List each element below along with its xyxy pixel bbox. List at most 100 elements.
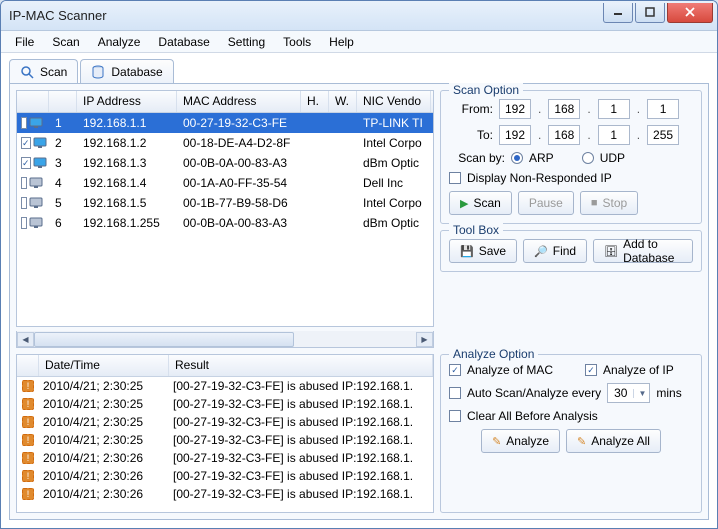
log-row[interactable]: 2010/4/21; 2:30:25[00-27-19-32-C3-FE] is…: [17, 431, 433, 449]
menu-analyze[interactable]: Analyze: [90, 33, 149, 51]
log-result: [00-27-19-32-C3-FE] is abused IP:192.168…: [169, 433, 433, 447]
cell-ip: 192.168.1.2: [77, 136, 177, 150]
col-w[interactable]: W.: [329, 91, 357, 112]
stop-button[interactable]: ■Stop: [580, 191, 638, 215]
scroll-left-button[interactable]: ◀: [17, 332, 34, 347]
maximize-button[interactable]: [635, 3, 665, 23]
auto-scan-checkbox[interactable]: [449, 387, 461, 399]
wand-icon: ✎: [492, 435, 501, 448]
log-row[interactable]: 2010/4/21; 2:30:26[00-27-19-32-C3-FE] is…: [17, 449, 433, 467]
from-ip-oct4[interactable]: [647, 99, 679, 119]
to-ip-oct1[interactable]: [499, 125, 531, 145]
monitor-icon: [29, 197, 43, 209]
analyze-all-button[interactable]: ✎Analyze All: [566, 429, 661, 453]
table-row[interactable]: 4192.168.1.400-1A-A0-FF-35-54Dell Inc: [17, 173, 433, 193]
col-h[interactable]: H.: [301, 91, 329, 112]
row-index: 6: [49, 216, 77, 230]
scan-option-legend: Scan Option: [449, 83, 523, 97]
to-ip-oct2[interactable]: [548, 125, 580, 145]
udp-radio[interactable]: [582, 152, 594, 164]
cell-vendor: TP-LINK TI: [357, 116, 431, 130]
pause-button[interactable]: Pause: [518, 191, 574, 215]
save-button[interactable]: 💾Save: [449, 239, 517, 263]
log-row[interactable]: 2010/4/21; 2:30:25[00-27-19-32-C3-FE] is…: [17, 413, 433, 431]
monitor-icon: [29, 117, 43, 129]
cell-ip: 192.168.1.4: [77, 176, 177, 190]
log-datetime: 2010/4/21; 2:30:26: [39, 487, 169, 501]
menu-tools[interactable]: Tools: [275, 33, 319, 51]
table-row[interactable]: ✓3192.168.1.300-0B-0A-00-83-A3dBm Optic: [17, 153, 433, 173]
database-icon: [91, 65, 105, 79]
window-title: IP-MAC Scanner: [9, 8, 603, 23]
menu-scan[interactable]: Scan: [44, 33, 87, 51]
row-index: 1: [49, 116, 77, 130]
row-checkbox[interactable]: [21, 217, 27, 229]
analyze-button[interactable]: ✎Analyze: [481, 429, 560, 453]
col-mac[interactable]: MAC Address: [177, 91, 301, 112]
table-row[interactable]: 5192.168.1.500-1B-77-B9-58-D6Intel Corpo: [17, 193, 433, 213]
row-checkbox[interactable]: [21, 117, 27, 129]
display-nonresponded-label: Display Non-Responded IP: [467, 171, 612, 185]
menu-database[interactable]: Database: [150, 33, 217, 51]
row-checkbox[interactable]: [21, 197, 27, 209]
minimize-button[interactable]: [603, 3, 633, 23]
table-row[interactable]: ✓2192.168.1.200-18-DE-A4-D2-8FIntel Corp…: [17, 133, 433, 153]
from-ip-oct1[interactable]: [499, 99, 531, 119]
analyze-mac-checkbox[interactable]: [449, 364, 461, 376]
add-to-database-button[interactable]: 🗄Add to Database: [593, 239, 693, 263]
row-checkbox[interactable]: ✓: [21, 137, 31, 149]
warning-icon: [22, 470, 34, 482]
to-ip-oct3[interactable]: [598, 125, 630, 145]
analyze-ip-checkbox[interactable]: [585, 364, 597, 376]
from-ip-oct3[interactable]: [598, 99, 630, 119]
warning-icon: [22, 452, 34, 464]
to-ip-oct4[interactable]: [647, 125, 679, 145]
row-checkbox[interactable]: ✓: [21, 157, 31, 169]
menu-help[interactable]: Help: [321, 33, 362, 51]
col-datetime[interactable]: Date/Time: [39, 355, 169, 376]
log-result: [00-27-19-32-C3-FE] is abused IP:192.168…: [169, 379, 433, 393]
from-ip-oct2[interactable]: [548, 99, 580, 119]
scan-result-grid[interactable]: IP Address MAC Address H. W. NIC Vendo 1…: [16, 90, 434, 327]
tab-strip: Scan Database: [9, 57, 709, 83]
row-checkbox[interactable]: [21, 177, 27, 189]
log-result: [00-27-19-32-C3-FE] is abused IP:192.168…: [169, 469, 433, 483]
cell-vendor: Intel Corpo: [357, 136, 431, 150]
menu-bar: File Scan Analyze Database Setting Tools…: [1, 31, 717, 53]
scan-button[interactable]: ▶Scan: [449, 191, 512, 215]
menu-file[interactable]: File: [7, 33, 42, 51]
col-result[interactable]: Result: [169, 355, 433, 376]
close-button[interactable]: [667, 3, 713, 23]
analyze-log-grid[interactable]: Date/Time Result 2010/4/21; 2:30:25[00-2…: [16, 354, 434, 513]
tab-scan[interactable]: Scan: [9, 59, 78, 83]
chevron-down-icon: ▼: [633, 389, 646, 398]
clear-before-checkbox[interactable]: [449, 410, 461, 422]
analyze-option-legend: Analyze Option: [449, 347, 538, 361]
log-row[interactable]: 2010/4/21; 2:30:25[00-27-19-32-C3-FE] is…: [17, 395, 433, 413]
interval-select[interactable]: 30▼: [607, 383, 650, 403]
arp-radio[interactable]: [511, 152, 523, 164]
table-row[interactable]: 1192.168.1.100-27-19-32-C3-FETP-LINK TI: [17, 113, 433, 133]
log-row[interactable]: 2010/4/21; 2:30:26[00-27-19-32-C3-FE] is…: [17, 485, 433, 503]
display-nonresponded-checkbox[interactable]: [449, 172, 461, 184]
row-index: 2: [49, 136, 77, 150]
cell-vendor: dBm Optic: [357, 216, 431, 230]
from-label: From:: [449, 102, 493, 116]
log-result: [00-27-19-32-C3-FE] is abused IP:192.168…: [169, 415, 433, 429]
cell-vendor: Intel Corpo: [357, 196, 431, 210]
monitor-icon: [33, 157, 47, 169]
col-vendor[interactable]: NIC Vendo: [357, 91, 431, 112]
log-datetime: 2010/4/21; 2:30:25: [39, 379, 169, 393]
scroll-right-button[interactable]: ▶: [416, 332, 433, 347]
tab-database[interactable]: Database: [80, 59, 173, 83]
menu-setting[interactable]: Setting: [220, 33, 273, 51]
log-row[interactable]: 2010/4/21; 2:30:25[00-27-19-32-C3-FE] is…: [17, 377, 433, 395]
find-button[interactable]: 🔎Find: [523, 239, 587, 263]
toolbox-legend: Tool Box: [449, 223, 503, 237]
col-ip[interactable]: IP Address: [77, 91, 177, 112]
table-row[interactable]: 6192.168.1.25500-0B-0A-00-83-A3dBm Optic: [17, 213, 433, 233]
log-row[interactable]: 2010/4/21; 2:30:26[00-27-19-32-C3-FE] is…: [17, 467, 433, 485]
scroll-thumb[interactable]: [34, 332, 294, 347]
cell-ip: 192.168.1.3: [77, 156, 177, 170]
horizontal-scrollbar[interactable]: ◀ ▶: [16, 331, 434, 348]
